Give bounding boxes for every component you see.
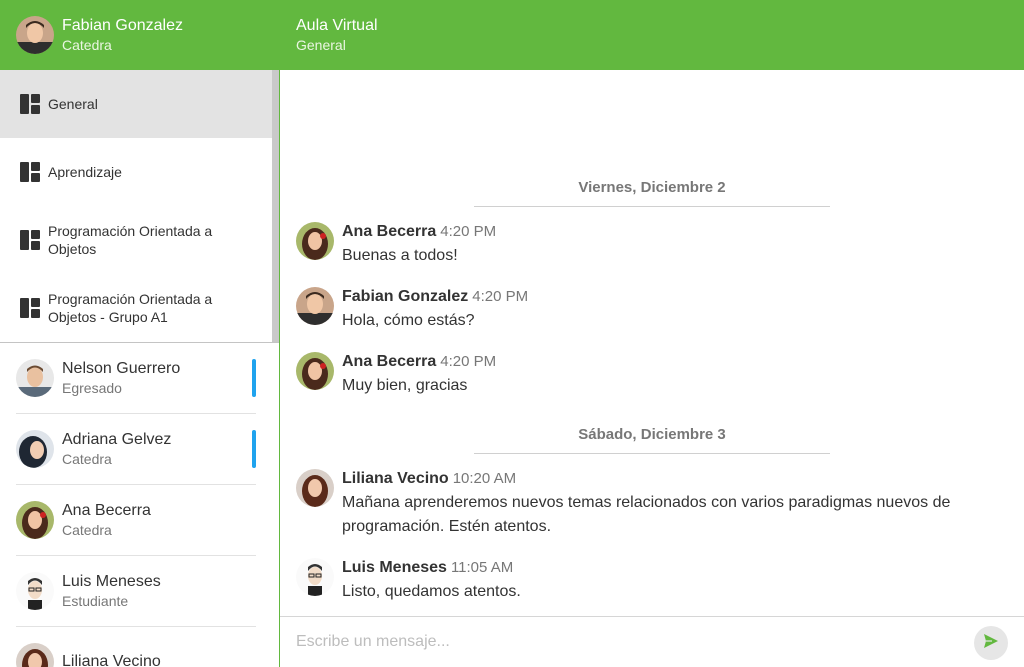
contact-role: Catedra: [62, 451, 112, 467]
send-button[interactable]: [974, 626, 1008, 660]
contact-item[interactable]: Liliana Vecino: [16, 627, 256, 667]
chat-message: Ana Becerra 4:20 PM Muy bien, gracias: [296, 352, 1008, 398]
contact-role: Estudiante: [62, 593, 129, 609]
sidebar: Fabian Gonzalez Catedra General Aprendiz…: [0, 0, 280, 667]
message-author[interactable]: Ana Becerra: [342, 223, 436, 240]
contact-name: Liliana Vecino: [62, 653, 161, 667]
dashboard-icon: [20, 94, 40, 114]
message-time: 4:20 PM: [440, 223, 497, 240]
contact-list: Nelson Guerrero Egresado Adriana Gelvez …: [16, 343, 256, 667]
message-text: Listo, quedamos atentos.: [342, 583, 521, 600]
message-avatar[interactable]: [296, 558, 334, 596]
chat-message: Fabian Gonzalez 4:20 PM Hola, cómo estás?: [296, 287, 1008, 333]
channel-item-poo-a1[interactable]: Programación Orientada a Objetos - Grupo…: [0, 274, 272, 342]
channel-label: Programación Orientada a Objetos - Grupo…: [48, 291, 213, 325]
message-text: Mañana aprenderemos nuevos temas relacio…: [342, 494, 951, 535]
contact-item[interactable]: Adriana Gelvez Catedra: [16, 414, 256, 485]
message-author[interactable]: Luis Meneses: [342, 559, 447, 576]
channel-item-aprendizaje[interactable]: Aprendizaje: [0, 138, 272, 206]
message-author[interactable]: Ana Becerra: [342, 353, 436, 370]
message-time: 10:20 AM: [452, 470, 517, 487]
message-composer: [280, 616, 1024, 667]
chat-header: Aula Virtual General: [280, 0, 1024, 70]
user-name: Fabian Gonzalez: [62, 17, 183, 34]
chat-title: Aula Virtual: [296, 17, 378, 34]
channel-label: Aprendizaje: [48, 164, 122, 180]
contact-avatar: [16, 430, 54, 468]
user-role: Catedra: [62, 37, 112, 53]
contact-avatar: [16, 572, 54, 610]
dashboard-icon: [20, 230, 40, 250]
message-author[interactable]: Liliana Vecino: [342, 470, 449, 487]
channel-label: Programación Orientada a Objetos: [48, 223, 213, 257]
message-time: 4:20 PM: [440, 353, 497, 370]
channel-label: General: [48, 96, 98, 112]
chat-subtitle: General: [296, 37, 346, 53]
channel-item-poo[interactable]: Programación Orientada a Objetos: [0, 206, 272, 274]
message-text: Muy bien, gracias: [342, 377, 468, 394]
date-separator: Viernes, Diciembre 2: [578, 179, 726, 196]
user-avatar[interactable]: [16, 16, 54, 54]
date-separator: Sábado, Diciembre 3: [578, 426, 726, 443]
message-text: Buenas a todos!: [342, 247, 458, 264]
message-time: 4:20 PM: [472, 288, 529, 305]
contact-item[interactable]: Luis Meneses Estudiante: [16, 556, 256, 627]
chat-panel: Aula Virtual General Viernes, Diciembre …: [280, 0, 1024, 667]
message-text: Hola, cómo estás?: [342, 312, 475, 329]
contact-role: Egresado: [62, 380, 122, 396]
contact-name: Adriana Gelvez: [62, 431, 172, 448]
contact-avatar: [16, 359, 54, 397]
chat-message: Luis Meneses 11:05 AM Listo, quedamos ate…: [296, 558, 1008, 604]
contact-role: Catedra: [62, 522, 112, 538]
chat-message: Ana Becerra 4:20 PM Buenas a todos!: [296, 222, 1008, 268]
dashboard-icon: [20, 298, 40, 318]
contact-avatar: [16, 643, 54, 667]
contact-name: Nelson Guerrero: [62, 360, 181, 377]
unread-indicator: [252, 430, 256, 468]
contact-name: Luis Meneses: [62, 573, 161, 590]
message-avatar[interactable]: [296, 287, 334, 325]
unread-indicator: [252, 359, 256, 397]
message-avatar[interactable]: [296, 222, 334, 260]
chat-message: Liliana Vecino 10:20 AM Mañana aprenderem…: [296, 469, 1008, 539]
contact-item[interactable]: Nelson Guerrero Egresado: [16, 343, 256, 414]
contact-avatar: [16, 501, 54, 539]
channel-list: General Aprendizaje Programación Orienta…: [0, 70, 272, 342]
message-author[interactable]: Fabian Gonzalez: [342, 288, 468, 305]
message-avatar[interactable]: [296, 469, 334, 507]
message-input[interactable]: [296, 629, 956, 655]
message-time: 11:05 AM: [450, 559, 514, 576]
channel-item-general[interactable]: General: [0, 70, 272, 138]
date-divider: [474, 453, 830, 454]
channel-scrollbar[interactable]: [272, 70, 279, 342]
send-icon: [983, 633, 999, 654]
message-avatar[interactable]: [296, 352, 334, 390]
contact-name: Ana Becerra: [62, 502, 151, 519]
contact-item[interactable]: Ana Becerra Catedra: [16, 485, 256, 556]
sidebar-header: Fabian Gonzalez Catedra: [0, 0, 279, 70]
dashboard-icon: [20, 162, 40, 182]
date-divider: [474, 206, 830, 207]
